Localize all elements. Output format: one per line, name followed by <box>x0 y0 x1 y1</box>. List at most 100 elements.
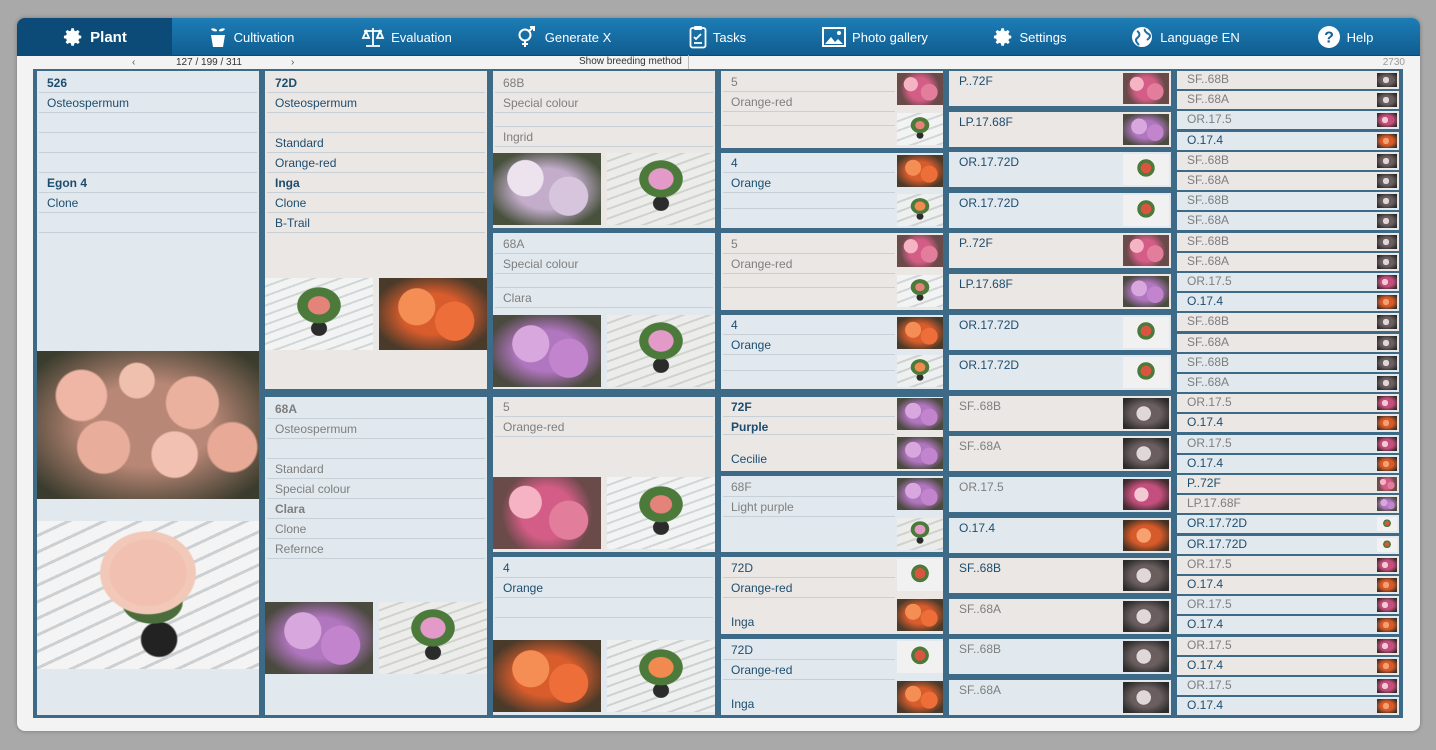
plant-thumbnail[interactable] <box>1123 73 1169 104</box>
ancestor-row[interactable]: OR.17.5 <box>1177 394 1399 412</box>
plant-card[interactable]: 5 Orange-red <box>493 397 715 552</box>
next-arrow-button[interactable]: › <box>291 56 294 70</box>
plant-photo[interactable] <box>607 315 715 387</box>
ancestor-card[interactable]: LP.17.68F <box>949 274 1171 309</box>
ancestor-card[interactable]: SF..68A <box>949 599 1171 634</box>
plant-thumbnail[interactable] <box>1123 641 1169 672</box>
ancestor-row[interactable]: O.17.4 <box>1177 132 1399 150</box>
show-breeding-method-button[interactable]: Show breeding method <box>573 55 689 70</box>
ancestor-card[interactable]: SF..68A <box>949 436 1171 471</box>
plant-card[interactable]: 68F Light purple <box>721 476 943 552</box>
plant-thumbnail[interactable] <box>1123 357 1169 388</box>
plant-thumbnail[interactable] <box>1123 154 1169 185</box>
ancestor-row[interactable]: SF..68B <box>1177 354 1399 372</box>
plant-thumbnail[interactable] <box>897 155 943 187</box>
plant-photo[interactable] <box>607 153 715 225</box>
plant-thumbnail[interactable] <box>1377 578 1397 592</box>
ancestor-row[interactable]: SF..68B <box>1177 233 1399 251</box>
plant-thumbnail[interactable] <box>1377 396 1397 410</box>
ancestor-card[interactable]: SF..68B <box>949 639 1171 674</box>
plant-thumbnail[interactable] <box>897 235 943 267</box>
ancestor-row[interactable]: OR.17.5 <box>1177 677 1399 695</box>
plant-thumbnail[interactable] <box>897 478 943 510</box>
plant-thumbnail[interactable] <box>897 641 943 673</box>
nav-evaluation[interactable]: Evaluation <box>330 18 483 56</box>
plant-thumbnail[interactable] <box>897 275 943 307</box>
plant-thumbnail[interactable] <box>1377 497 1397 511</box>
ancestor-row[interactable]: SF..68B <box>1177 313 1399 331</box>
plant-thumbnail[interactable] <box>1377 255 1397 269</box>
plant-thumbnail[interactable] <box>1123 479 1169 510</box>
plant-photo[interactable] <box>37 351 259 499</box>
ancestor-row[interactable]: O.17.4 <box>1177 657 1399 675</box>
plant-card[interactable]: 72D Orange-red Inga <box>721 557 943 634</box>
plant-thumbnail[interactable] <box>1123 520 1169 551</box>
plant-thumbnail[interactable] <box>897 599 943 631</box>
plant-thumbnail[interactable] <box>1123 317 1169 348</box>
ancestor-card[interactable]: SF..68A <box>949 680 1171 715</box>
plant-thumbnail[interactable] <box>1377 538 1397 552</box>
ancestor-row[interactable]: O.17.4 <box>1177 455 1399 473</box>
plant-photo[interactable] <box>379 602 487 674</box>
ancestor-row[interactable]: LP.17.68F <box>1177 495 1399 513</box>
nav-generate-x[interactable]: Generate X <box>483 18 643 56</box>
plant-thumbnail[interactable] <box>1377 679 1397 693</box>
plant-thumbnail[interactable] <box>1377 194 1397 208</box>
plant-thumbnail[interactable] <box>1123 195 1169 226</box>
ancestor-card[interactable]: OR.17.72D <box>949 152 1171 187</box>
plant-thumbnail[interactable] <box>1377 154 1397 168</box>
plant-thumbnail[interactable] <box>1377 214 1397 228</box>
plant-thumbnail[interactable] <box>897 113 943 145</box>
plant-thumbnail[interactable] <box>1123 276 1169 307</box>
plant-thumbnail[interactable] <box>1123 560 1169 591</box>
plant-thumbnail[interactable] <box>897 518 943 550</box>
nav-language[interactable]: Language EN <box>1100 18 1270 56</box>
plant-thumbnail[interactable] <box>1377 437 1397 451</box>
plant-thumbnail[interactable] <box>897 355 943 387</box>
plant-thumbnail[interactable] <box>1123 235 1169 266</box>
plant-photo[interactable] <box>265 602 373 674</box>
ancestor-row[interactable]: P..72F <box>1177 475 1399 493</box>
plant-photo[interactable] <box>493 640 601 712</box>
ancestor-row[interactable]: SF..68B <box>1177 152 1399 170</box>
plant-thumbnail[interactable] <box>1377 477 1397 491</box>
ancestor-row[interactable]: O.17.4 <box>1177 576 1399 594</box>
nav-help[interactable]: ? Help <box>1270 18 1420 56</box>
nav-photo-gallery[interactable]: Photo gallery <box>792 18 958 56</box>
plant-thumbnail[interactable] <box>1377 336 1397 350</box>
plant-photo[interactable] <box>493 153 601 225</box>
ancestor-row[interactable]: SF..68A <box>1177 334 1399 352</box>
plant-thumbnail[interactable] <box>1377 376 1397 390</box>
ancestor-row[interactable]: SF..68A <box>1177 253 1399 271</box>
ancestor-row[interactable]: OR.17.5 <box>1177 556 1399 574</box>
plant-thumbnail[interactable] <box>1123 398 1169 429</box>
plant-card[interactable]: 68A Osteospermum Standard Special colour… <box>265 397 487 715</box>
plant-thumbnail[interactable] <box>897 194 943 226</box>
ancestor-row[interactable]: SF..68B <box>1177 192 1399 210</box>
plant-thumbnail[interactable] <box>1377 73 1397 87</box>
ancestor-row[interactable]: O.17.4 <box>1177 293 1399 311</box>
plant-thumbnail[interactable] <box>897 317 943 349</box>
ancestor-row[interactable]: SF..68B <box>1177 71 1399 89</box>
plant-thumbnail[interactable] <box>1377 517 1397 531</box>
plant-photo[interactable] <box>607 477 715 549</box>
plant-thumbnail[interactable] <box>1377 618 1397 632</box>
ancestor-row[interactable]: O.17.4 <box>1177 616 1399 634</box>
ancestor-row[interactable]: SF..68A <box>1177 212 1399 230</box>
ancestor-card[interactable]: LP.17.68F <box>949 112 1171 147</box>
ancestor-row[interactable]: OR.17.5 <box>1177 596 1399 614</box>
plant-thumbnail[interactable] <box>1377 699 1397 713</box>
ancestor-card[interactable]: SF..68B <box>949 558 1171 593</box>
ancestor-row[interactable]: SF..68A <box>1177 91 1399 109</box>
ancestor-row[interactable]: OR.17.72D <box>1177 515 1399 533</box>
plant-thumbnail[interactable] <box>1123 114 1169 145</box>
plant-photo[interactable] <box>493 477 601 549</box>
ancestor-row[interactable]: OR.17.5 <box>1177 111 1399 129</box>
plant-card-root[interactable]: 526 Osteospermum Egon 4 Clone <box>37 71 259 715</box>
plant-card[interactable]: 72D Orange-red Inga <box>721 639 943 715</box>
plant-card[interactable]: 68B Special colour Ingrid <box>493 71 715 228</box>
plant-thumbnail[interactable] <box>1377 134 1397 148</box>
plant-thumbnail[interactable] <box>897 681 943 713</box>
plant-card[interactable]: 72D Osteospermum Standard Orange-red Ing… <box>265 71 487 389</box>
ancestor-row[interactable]: O.17.4 <box>1177 697 1399 715</box>
